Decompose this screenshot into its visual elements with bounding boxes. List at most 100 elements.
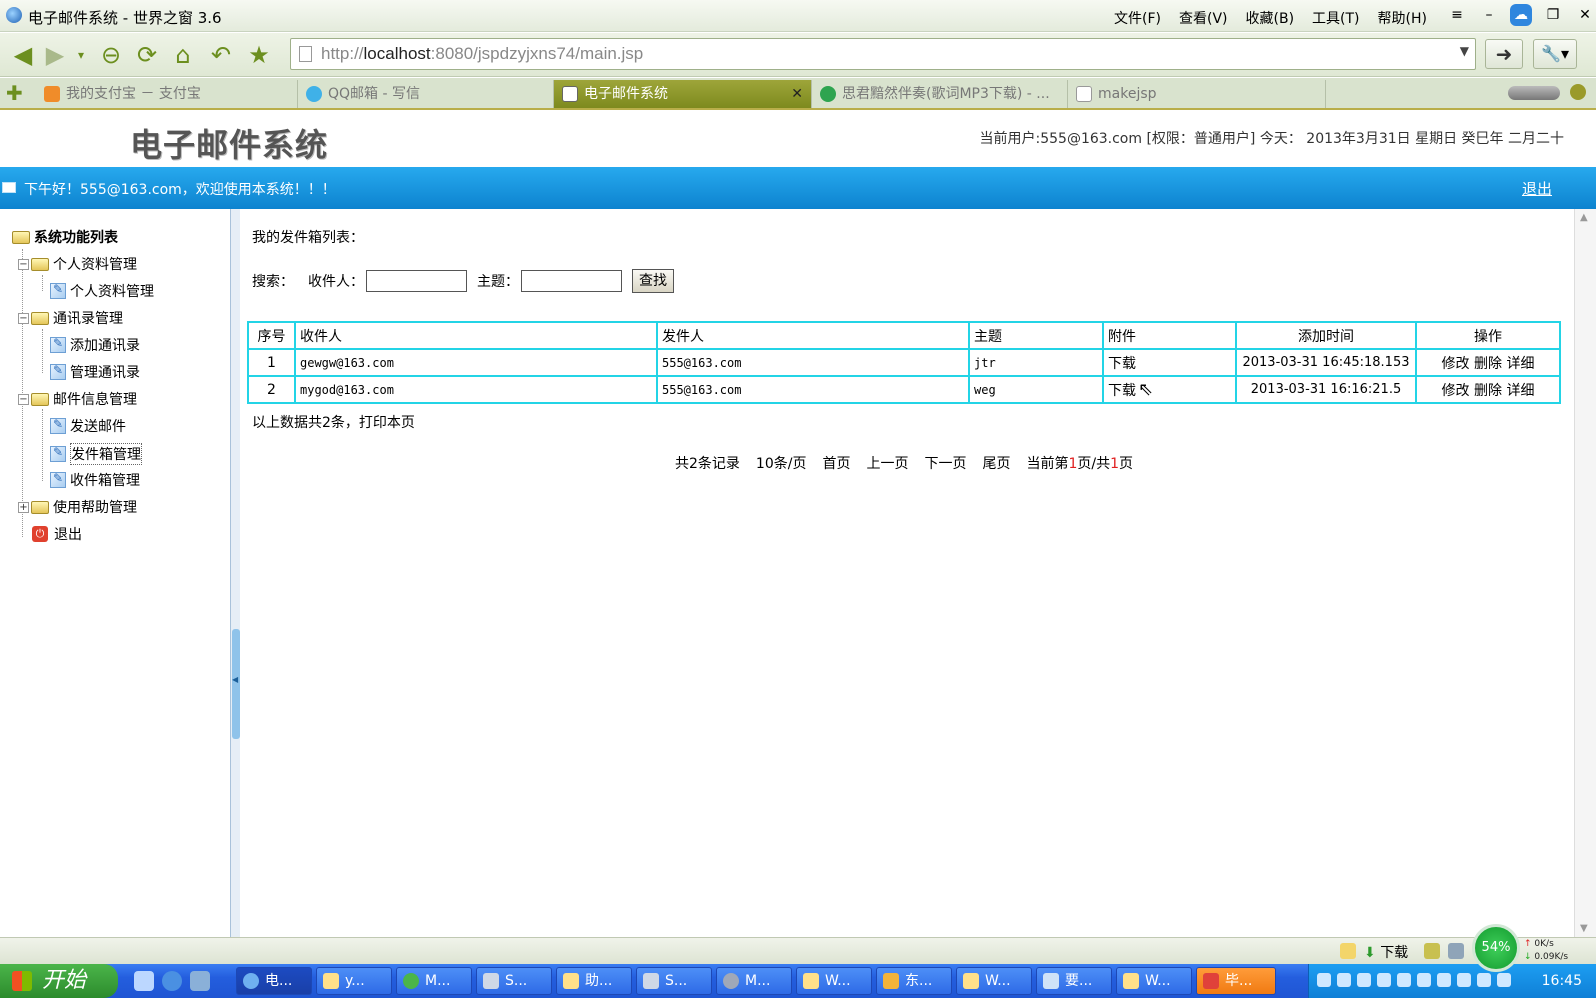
collapse-icon[interactable]: −: [18, 258, 29, 270]
task-item[interactable]: S...: [476, 967, 552, 995]
delete-link[interactable]: 删除: [1474, 356, 1502, 372]
subject-input[interactable]: [521, 270, 622, 292]
download-link[interactable]: 下载: [1108, 356, 1136, 372]
logout-link[interactable]: 退出: [1522, 178, 1552, 199]
tab-qq-mail[interactable]: QQ邮箱 - 写信: [298, 80, 554, 108]
sidebar-item-add-contact[interactable]: 添加通讯录: [50, 335, 140, 355]
antivirus-icon[interactable]: [1457, 973, 1471, 987]
delete-link[interactable]: 删除: [1474, 383, 1502, 399]
recipient-input[interactable]: [366, 270, 467, 292]
restore-button[interactable]: ❐: [1542, 4, 1564, 26]
tab-close-icon[interactable]: ✕: [791, 80, 803, 108]
menu-view[interactable]: 查看(V): [1179, 8, 1228, 28]
volume-icon[interactable]: [1397, 973, 1411, 987]
sidebar-splitter[interactable]: [230, 209, 240, 937]
address-bar[interactable]: http://localhost:8080/jspdzyjxns74/main.…: [290, 38, 1476, 70]
sidebar-group-contacts[interactable]: − 通讯录管理: [18, 308, 123, 328]
task-item[interactable]: 电...: [236, 967, 312, 995]
download-link[interactable]: 下载: [1108, 383, 1136, 399]
task-item[interactable]: 要...: [1036, 967, 1112, 995]
collapse-icon[interactable]: −: [18, 312, 29, 324]
monitor-icon[interactable]: [1497, 973, 1511, 987]
tree-root[interactable]: 系统功能列表: [12, 227, 118, 247]
pager-next[interactable]: 下一页: [924, 453, 966, 473]
quicklaunch-desktop-icon[interactable]: [190, 971, 210, 991]
dropdown-arrow-icon[interactable]: ▾: [66, 40, 96, 70]
stop-icon[interactable]: ⊖: [96, 40, 126, 70]
collapse-icon[interactable]: −: [18, 393, 29, 405]
edit-link[interactable]: 修改: [1442, 383, 1470, 399]
sidebar-item-exit[interactable]: ⏻ 退出: [32, 524, 82, 544]
home-icon[interactable]: ⌂: [168, 40, 198, 70]
address-dropdown-icon[interactable]: ▼: [1460, 44, 1469, 58]
tab-alipay[interactable]: 我的支付宝 － 支付宝: [36, 80, 298, 108]
favorite-star-icon[interactable]: ★: [244, 40, 274, 70]
security-icon[interactable]: [1357, 973, 1371, 987]
task-item[interactable]: 毕...: [1196, 967, 1276, 995]
back-arrow-icon[interactable]: ◀: [8, 40, 38, 70]
sidebar-item-send-mail[interactable]: 发送邮件: [50, 416, 126, 436]
sidebar-item-outbox[interactable]: 发件箱管理: [50, 443, 142, 465]
quicklaunch-ie-icon[interactable]: [162, 971, 182, 991]
update-icon[interactable]: [1437, 973, 1451, 987]
detail-link[interactable]: 详细: [1506, 356, 1534, 372]
shield-icon[interactable]: [1477, 973, 1491, 987]
sidebar-item-profile[interactable]: 个人资料管理: [50, 281, 154, 301]
download-button[interactable]: ⬇ 下载: [1364, 942, 1408, 962]
refresh-icon[interactable]: ⟳: [132, 40, 162, 70]
ime-icon[interactable]: [1377, 973, 1391, 987]
printer-icon[interactable]: [1448, 943, 1464, 959]
task-item[interactable]: W...: [956, 967, 1032, 995]
network-icon[interactable]: [1337, 973, 1351, 987]
pager-prev[interactable]: 上一页: [866, 453, 908, 473]
go-arrow-icon[interactable]: ➜: [1485, 39, 1523, 69]
pager-last[interactable]: 尾页: [982, 453, 1010, 473]
task-item[interactable]: M...: [396, 967, 472, 995]
edit-link[interactable]: 修改: [1442, 356, 1470, 372]
task-item[interactable]: 东...: [876, 967, 952, 995]
pager-first[interactable]: 首页: [822, 453, 850, 473]
start-button[interactable]: 开始: [0, 964, 118, 998]
tools-wrench-icon[interactable]: 🔧▾: [1533, 39, 1577, 69]
quicklaunch-browser-icon[interactable]: [134, 971, 154, 991]
task-item[interactable]: 助...: [556, 967, 632, 995]
options-icon[interactable]: ≡: [1446, 4, 1468, 26]
new-tab-plus-icon[interactable]: ✚: [6, 83, 23, 103]
task-item[interactable]: S...: [636, 967, 712, 995]
task-item[interactable]: W...: [1116, 967, 1192, 995]
task-label: y...: [345, 973, 365, 989]
tab-music[interactable]: 思君黯然伴奏(歌词MP3下载) - ...: [812, 80, 1068, 108]
tab-scroll-icon[interactable]: [1508, 86, 1560, 100]
sidebar-item-manage-contacts[interactable]: 管理通讯录: [50, 362, 140, 382]
qq-icon[interactable]: [1417, 973, 1431, 987]
expand-icon[interactable]: +: [18, 501, 29, 513]
undo-icon[interactable]: ↶: [206, 40, 236, 70]
close-button[interactable]: ✕: [1574, 4, 1596, 26]
notes-icon[interactable]: [1340, 943, 1356, 959]
speed-gauge[interactable]: 54%: [1472, 924, 1520, 972]
sidebar-group-help[interactable]: + 使用帮助管理: [18, 497, 137, 517]
tab-makejsp[interactable]: makejsp: [1068, 80, 1326, 108]
battery-icon[interactable]: [1424, 943, 1440, 959]
menu-favorites[interactable]: 收藏(B): [1246, 8, 1295, 28]
sidebar-group-profile[interactable]: − 个人资料管理: [18, 254, 137, 274]
task-item[interactable]: W...: [796, 967, 872, 995]
search-button[interactable]: 查找: [632, 269, 674, 293]
detail-link[interactable]: 详细: [1506, 383, 1534, 399]
tab-menu-icon[interactable]: [1570, 84, 1586, 100]
menu-file[interactable]: 文件(F): [1114, 8, 1161, 28]
keyboard-icon[interactable]: [1317, 973, 1331, 987]
url-text[interactable]: http://localhost:8080/jspdzyjxns74/main.…: [321, 44, 643, 64]
menu-help[interactable]: 帮助(H): [1378, 8, 1427, 28]
collapse-sidebar-icon[interactable]: [232, 629, 240, 739]
minimize-button[interactable]: –: [1478, 4, 1500, 26]
sidebar-group-mail[interactable]: − 邮件信息管理: [18, 389, 137, 409]
page-scrollbar[interactable]: [1574, 209, 1596, 937]
task-item[interactable]: y...: [316, 967, 392, 995]
menu-tools[interactable]: 工具(T): [1312, 8, 1359, 28]
task-item[interactable]: M...: [716, 967, 792, 995]
cloud-sync-icon[interactable]: ☁: [1510, 4, 1532, 26]
cell-recipient: mygod@163.com: [294, 375, 658, 404]
sidebar-item-inbox[interactable]: 收件箱管理: [50, 470, 140, 490]
tab-email-system[interactable]: 电子邮件系统 ✕: [554, 80, 812, 108]
